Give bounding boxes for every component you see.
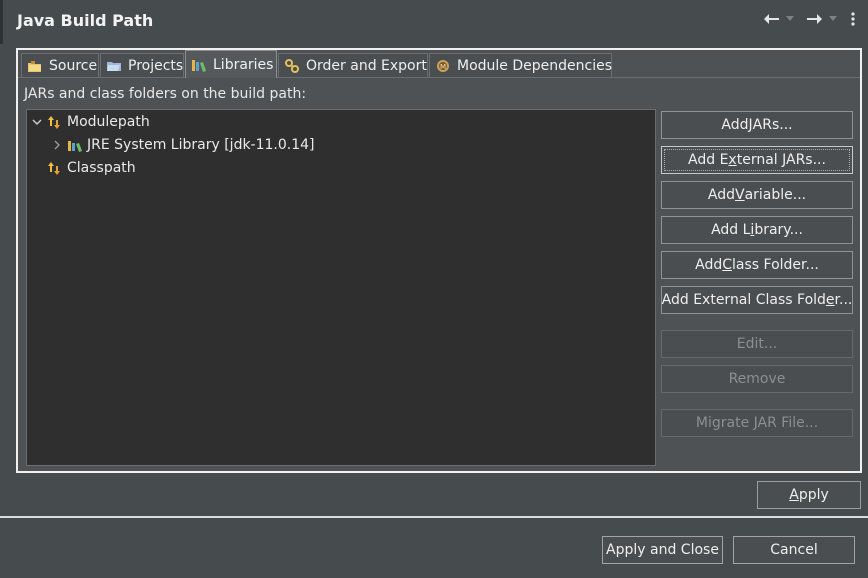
apply-button[interactable]: Apply bbox=[757, 481, 861, 509]
edit-button[interactable]: Edit... bbox=[661, 330, 853, 358]
add-external-jars-button[interactable]: Add Ex ternal JARs... bbox=[661, 146, 853, 174]
tab-bar: Source Projects Libraries Order and Expo… bbox=[18, 50, 860, 78]
add-class-folder-button[interactable]: Add Class Folder... bbox=[661, 251, 853, 279]
tab-libraries[interactable]: Libraries bbox=[185, 50, 277, 78]
tree-item-classpath-label: Classpath bbox=[67, 160, 136, 176]
back-arrow-icon[interactable] bbox=[763, 10, 781, 30]
tree-item-modulepath-label: Modulepath bbox=[67, 114, 150, 130]
tab-projects-label: Projects bbox=[128, 57, 184, 74]
remove-button[interactable]: Remove bbox=[661, 365, 853, 393]
libraries-icon bbox=[191, 57, 207, 73]
tab-projects[interactable]: Projects bbox=[100, 53, 184, 77]
view-menu-icon[interactable] bbox=[849, 10, 857, 30]
tab-order-and-export[interactable]: Order and Export bbox=[278, 53, 428, 77]
tab-source-label: Source bbox=[49, 57, 98, 74]
add-variable-button[interactable]: Add Variable... bbox=[661, 181, 853, 209]
order-export-icon bbox=[284, 58, 300, 74]
build-path-tree[interactable]: Modulepath JRE System Library [jdk-11.0.… bbox=[26, 109, 656, 466]
tab-module-dependencies-label: Module Dependencies bbox=[457, 57, 612, 74]
forward-dropdown-icon[interactable] bbox=[828, 13, 838, 33]
tab-order-and-export-label: Order and Export bbox=[306, 57, 427, 74]
page-title: Java Build Path bbox=[17, 11, 154, 30]
projects-icon bbox=[106, 58, 122, 74]
module-icon: M bbox=[435, 58, 451, 74]
title-bar: Java Build Path bbox=[0, 0, 868, 44]
tab-module-dependencies[interactable]: M Module Dependencies bbox=[429, 53, 612, 77]
chevron-down-icon[interactable] bbox=[31, 116, 43, 128]
path-icon bbox=[47, 160, 63, 176]
path-icon bbox=[47, 114, 63, 130]
cancel-button[interactable]: Cancel bbox=[733, 536, 855, 564]
library-icon bbox=[67, 137, 83, 153]
chevron-right-icon[interactable] bbox=[51, 139, 63, 151]
forward-arrow-icon[interactable] bbox=[805, 10, 823, 30]
tab-source[interactable]: Source bbox=[21, 53, 99, 77]
tab-libraries-label: Libraries bbox=[213, 56, 274, 73]
tree-item-jre-system-library[interactable]: JRE System Library [jdk-11.0.14] bbox=[51, 134, 315, 156]
tree-item-jre-system-library-label: JRE System Library [jdk-11.0.14] bbox=[87, 137, 315, 153]
migrate-jar-file-button[interactable]: Migrate JAR File... bbox=[661, 409, 853, 437]
tree-item-modulepath[interactable]: Modulepath bbox=[31, 111, 150, 133]
libraries-description: JARs and class folders on the build path… bbox=[24, 86, 307, 102]
add-library-button[interactable]: Add Li brary... bbox=[661, 216, 853, 244]
build-path-panel: Source Projects Libraries Order and Expo… bbox=[16, 48, 862, 473]
tree-item-classpath[interactable]: Classpath bbox=[31, 157, 136, 179]
back-dropdown-icon[interactable] bbox=[785, 13, 795, 33]
svg-text:M: M bbox=[440, 63, 446, 71]
add-jars-button[interactable]: Add J ARs... bbox=[661, 111, 853, 139]
add-external-class-folder-button[interactable]: Add External Class Fold e r... bbox=[661, 286, 853, 314]
source-folder-icon bbox=[27, 58, 43, 74]
apply-and-close-button[interactable]: Apply and Close bbox=[602, 536, 723, 564]
